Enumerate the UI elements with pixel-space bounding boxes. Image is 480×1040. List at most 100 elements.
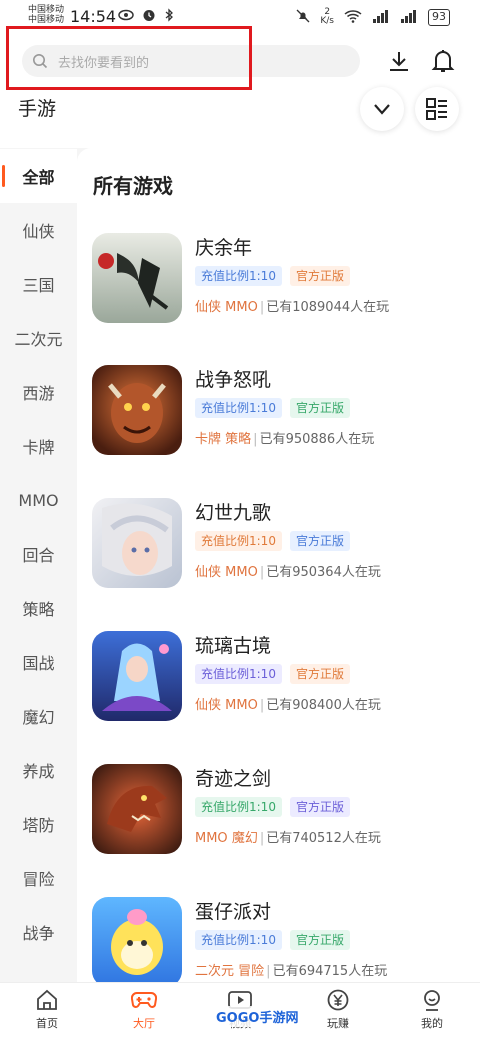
game-item[interactable]: 琉璃古境 充值比例1:10 官方正版 仙侠 MMO | 已有908400人在玩	[92, 631, 472, 731]
chevron-down-icon	[374, 104, 390, 115]
game-icon	[92, 498, 182, 588]
sidebar-item-raising[interactable]: 养成	[0, 743, 77, 797]
status-left-icons	[118, 8, 174, 26]
watermark-logo: GOGO手游网	[212, 1006, 303, 1027]
sidebar-item-all[interactable]: 全部	[0, 149, 77, 203]
game-name: 幻世九歌	[195, 502, 272, 524]
grid-list-icon	[426, 98, 447, 120]
game-name: 奇迹之剑	[195, 768, 272, 790]
carrier-info: 中国移动 中国移动	[28, 5, 64, 25]
page-title: 手游	[18, 98, 57, 120]
category-2: MMO	[225, 698, 258, 713]
sidebar-item-tower-defense[interactable]: 塔防	[0, 797, 77, 851]
speed-unit: K/s	[320, 16, 334, 26]
category-sidebar: 全部 仙侠 三国 二次元 西游 卡牌 MMO 回合 策略 国战 魔幻 养成 塔防…	[0, 148, 77, 982]
bluetooth-icon	[164, 8, 174, 26]
home-icon	[37, 989, 57, 1010]
nav-earn[interactable]: 玩赚	[300, 989, 376, 1039]
official-tag: 官方正版	[289, 664, 350, 684]
game-name: 战争怒吼	[195, 369, 272, 391]
game-name: 庆余年	[195, 237, 253, 259]
nav-home[interactable]: 首页	[9, 989, 85, 1039]
nav-lobby[interactable]: 大厅	[106, 989, 182, 1039]
recharge-ratio-tag: 充值比例1:10	[195, 398, 282, 418]
recharge-ratio-tag: 充值比例1:10	[195, 664, 282, 684]
game-icon	[92, 631, 182, 721]
sidebar-item-nation-war[interactable]: 国战	[0, 635, 77, 689]
game-icon	[92, 365, 182, 455]
category-1: 卡牌	[195, 432, 222, 447]
status-right-icons: 2 K/s 93	[296, 8, 450, 26]
player-count: 已有908400人在玩	[266, 698, 381, 713]
game-item[interactable]: 战争怒吼 充值比例1:10 官方正版 卡牌 策略 | 已有950886人在玩	[92, 365, 472, 465]
game-tags: 充值比例1:10 官方正版	[195, 398, 350, 418]
player-count: 已有950886人在玩	[259, 432, 375, 447]
game-item[interactable]: 幻世九歌 充值比例1:10 官方正版 仙侠 MMO | 已有950364人在玩	[92, 498, 472, 598]
sidebar-item-card[interactable]: 卡牌	[0, 419, 77, 473]
recharge-ratio-tag: 充值比例1:10	[195, 797, 282, 817]
layout-toggle-button[interactable]	[415, 87, 459, 131]
category-2: MMO	[225, 300, 258, 315]
official-tag: 官方正版	[289, 398, 350, 418]
game-icon	[92, 764, 182, 854]
official-tag: 官方正版	[289, 531, 350, 551]
bell-icon	[431, 50, 455, 72]
game-item[interactable]: 蛋仔派对 充值比例1:10 官方正版 二次元 冒险 | 已有694715人在玩	[92, 897, 472, 982]
game-meta: 仙侠 MMO | 已有1089044人在玩	[195, 300, 390, 315]
game-meta: 卡牌 策略 | 已有950886人在玩	[195, 432, 375, 447]
wifi-icon	[344, 9, 362, 26]
game-tags: 充值比例1:10 官方正版	[195, 930, 350, 950]
sidebar-item-adventure[interactable]: 冒险	[0, 851, 77, 905]
recharge-ratio-tag: 充值比例1:10	[195, 930, 282, 950]
battery-level: 93	[428, 8, 450, 26]
recharge-ratio-tag: 充值比例1:10	[195, 266, 282, 286]
game-item[interactable]: 奇迹之剑 充值比例1:10 官方正版 MMO 魔幻 | 已有740512人在玩	[92, 764, 472, 864]
game-item[interactable]: 庆余年 充值比例1:10 官方正版 仙侠 MMO | 已有1089044人在玩	[92, 233, 472, 333]
sidebar-item-turn-based[interactable]: 回合	[0, 527, 77, 581]
game-icon	[92, 897, 182, 982]
carrier-2: 中国移动	[28, 15, 65, 25]
gamepad-icon	[131, 992, 157, 1008]
game-meta: 仙侠 MMO | 已有950364人在玩	[195, 565, 381, 580]
carrier-1: 中国移动	[28, 5, 65, 15]
category-1: 仙侠	[195, 300, 222, 315]
nav-mine[interactable]: 我的	[394, 989, 470, 1039]
profile-icon	[424, 990, 440, 1011]
game-icon	[92, 233, 182, 323]
category-1: 二次元	[195, 964, 235, 979]
eye-icon	[118, 8, 134, 26]
sidebar-item-anime[interactable]: 二次元	[0, 311, 77, 365]
sidebar-item-strategy[interactable]: 策略	[0, 581, 77, 635]
game-meta: 二次元 冒险 | 已有694715人在玩	[195, 964, 388, 979]
player-count: 已有1089044人在玩	[266, 300, 390, 315]
download-button[interactable]	[384, 46, 414, 76]
game-tags: 充值比例1:10 官方正版	[195, 531, 350, 551]
expand-button[interactable]	[360, 87, 404, 131]
game-name: 蛋仔派对	[195, 901, 272, 923]
game-meta: 仙侠 MMO | 已有908400人在玩	[195, 698, 381, 713]
category-2: 策略	[225, 432, 252, 447]
sidebar-item-fantasy[interactable]: 魔幻	[0, 689, 77, 743]
status-time: 14:54	[70, 7, 117, 26]
sidebar-item-xiyou[interactable]: 西游	[0, 365, 77, 419]
player-count: 已有740512人在玩	[266, 831, 381, 846]
network-speed: 2 K/s	[320, 8, 334, 26]
sidebar-item-mmo[interactable]: MMO	[0, 473, 77, 527]
category-2: 魔幻	[231, 831, 258, 846]
mute-icon	[296, 9, 310, 26]
game-tags: 充值比例1:10 官方正版	[195, 266, 350, 286]
alarm-icon	[142, 8, 156, 26]
sidebar-item-war[interactable]: 战争	[0, 905, 77, 959]
game-tags: 充值比例1:10 官方正版	[195, 797, 350, 817]
notification-button[interactable]	[428, 46, 458, 76]
player-count: 已有950364人在玩	[266, 565, 381, 580]
sidebar-item-sanguo[interactable]: 三国	[0, 257, 77, 311]
sidebar-item-xianxia[interactable]: 仙侠	[0, 203, 77, 257]
signal-icon	[372, 9, 390, 26]
category-2: 冒险	[238, 964, 265, 979]
signal-icon-2	[400, 9, 418, 26]
content-area: 全部 仙侠 三国 二次元 西游 卡牌 MMO 回合 策略 国战 魔幻 养成 塔防…	[0, 148, 480, 982]
download-icon	[390, 52, 408, 71]
section-title: 所有游戏	[93, 174, 173, 198]
category-1: 仙侠	[195, 698, 222, 713]
